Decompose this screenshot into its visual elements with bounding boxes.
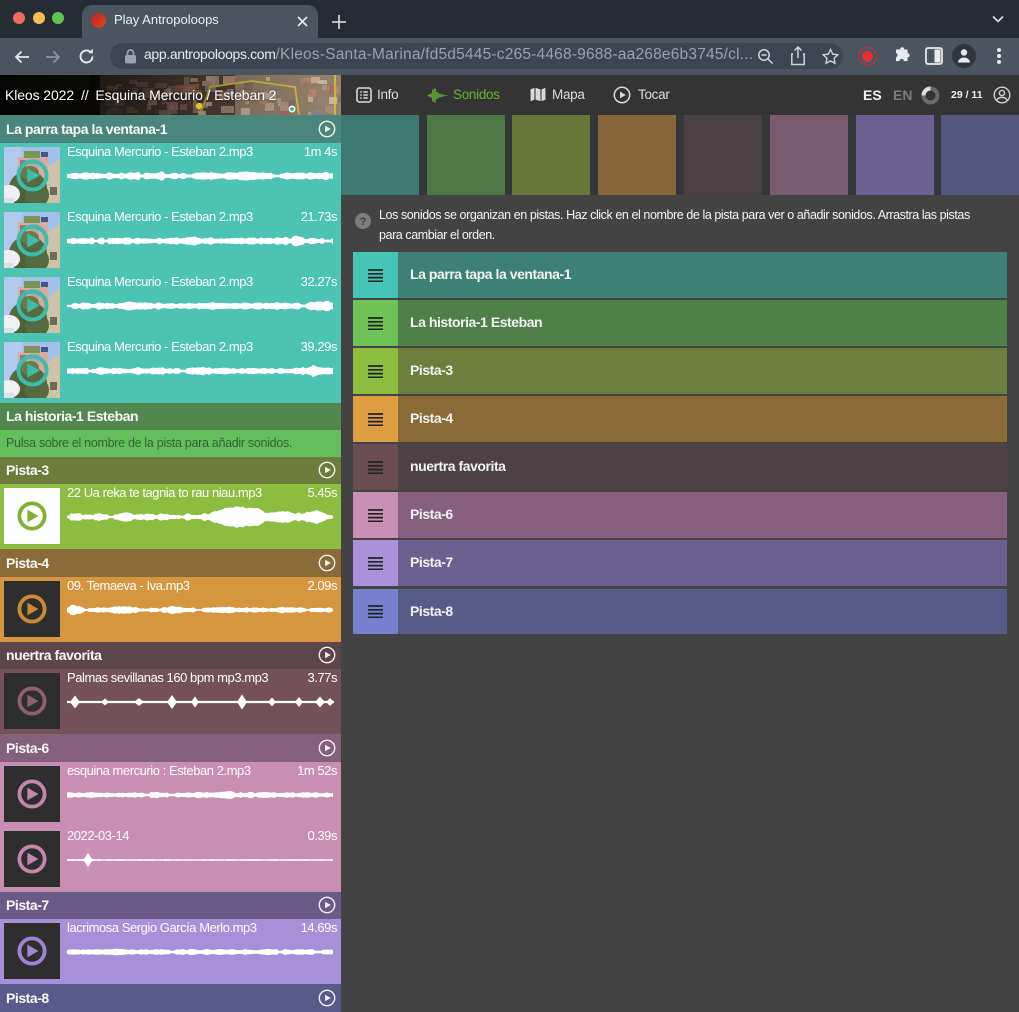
svg-text:?: ?	[360, 216, 367, 228]
